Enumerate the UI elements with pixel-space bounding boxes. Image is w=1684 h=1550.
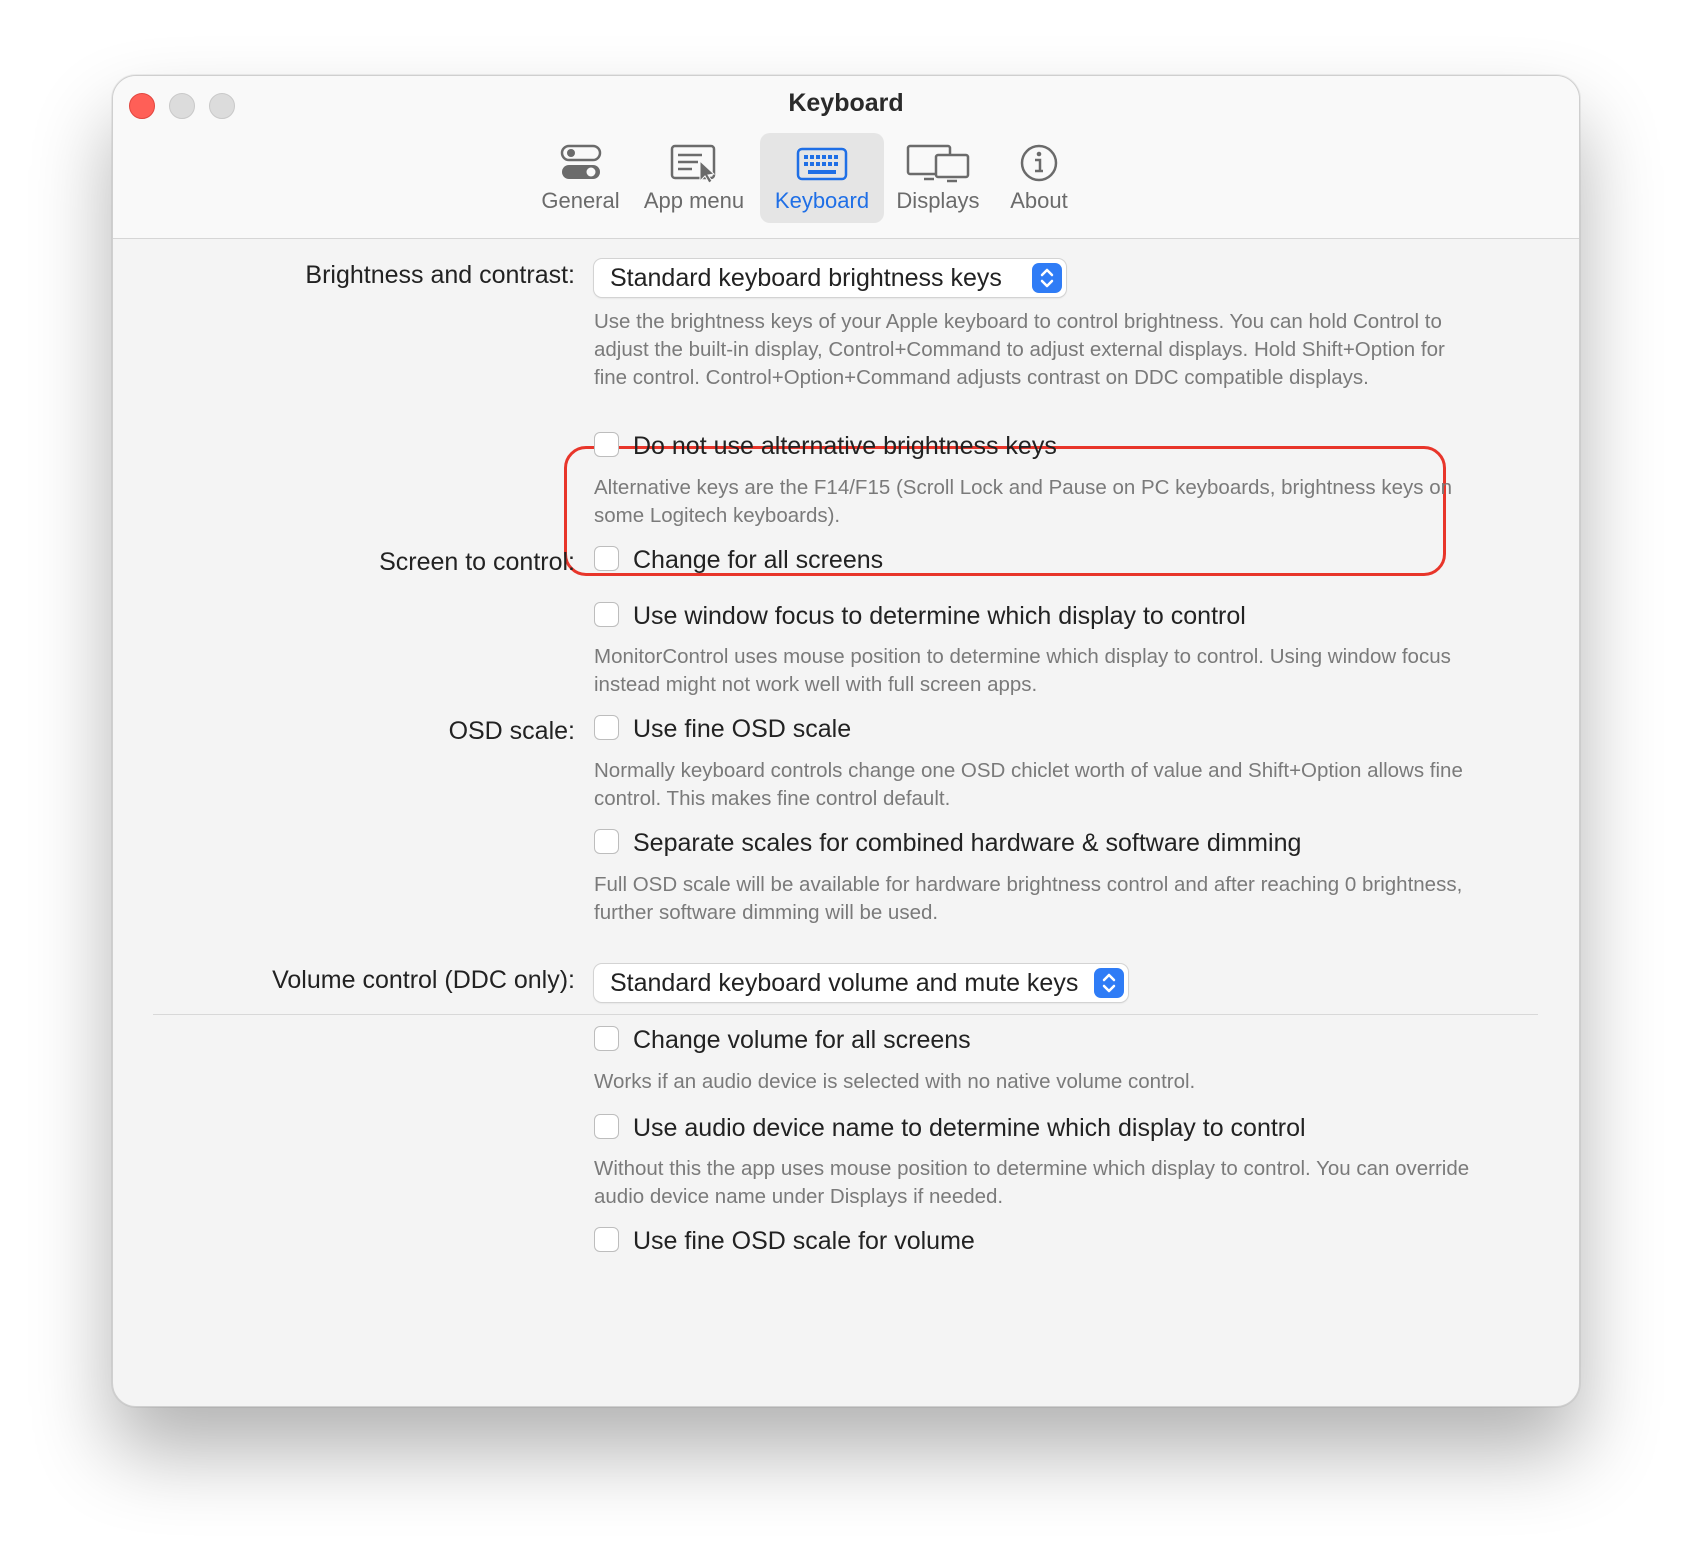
brightness-label: Brightness and contrast: <box>305 261 575 289</box>
volume-keys-popup[interactable]: Standard keyboard volume and mute keys <box>594 964 1128 1002</box>
all-screens-checkbox[interactable] <box>594 546 619 571</box>
tab-displays[interactable]: Displays <box>888 133 988 223</box>
toggle-switches-icon <box>560 143 602 189</box>
volume-all-screens-description: Works if an audio device is selected wit… <box>594 1070 1196 1093</box>
volume-all-screens-checkbox[interactable] <box>594 1026 619 1051</box>
tab-label: App menu <box>643 188 745 213</box>
chevron-updown-icon <box>1094 968 1124 998</box>
window-title: Keyboard <box>788 89 904 117</box>
volume-fine-osd-checkbox[interactable] <box>594 1227 619 1252</box>
volume-all-screens-label: Change volume for all screens <box>633 1026 971 1054</box>
fine-osd-checkbox[interactable] <box>594 715 619 740</box>
alt-keys-description: Alternative keys are the F14/F15 (Scroll… <box>594 476 1453 527</box>
popup-value: Standard keyboard brightness keys <box>610 264 1002 292</box>
displays-icon <box>906 143 970 189</box>
audio-name-description: Without this the app uses mouse position… <box>594 1157 1470 1208</box>
tab-about[interactable]: About <box>997 133 1081 223</box>
section-divider <box>153 1014 1538 1015</box>
tab-label: Keyboard <box>774 188 870 213</box>
audio-name-checkbox[interactable] <box>594 1114 619 1139</box>
fine-osd-label: Use fine OSD scale <box>633 715 852 743</box>
volume-control-label: Volume control (DDC only): <box>272 966 575 994</box>
audio-name-label: Use audio device name to determine which… <box>633 1114 1306 1142</box>
fine-osd-description: Normally keyboard controls change one OS… <box>594 759 1463 810</box>
tab-general[interactable]: General <box>533 133 628 223</box>
tab-label: About <box>1010 188 1068 213</box>
settings-window: Keyboard General App menu Keyboard Displ… <box>112 75 1580 1407</box>
popup-value: Standard keyboard volume and mute keys <box>610 969 1079 997</box>
separate-scales-label: Separate scales for combined hardware & … <box>633 829 1302 857</box>
window-focus-label: Use window focus to determine which disp… <box>633 602 1246 630</box>
volume-fine-osd-label: Use fine OSD scale for volume <box>633 1227 975 1255</box>
window-focus-checkbox[interactable] <box>594 602 619 627</box>
brightness-description: Use the brightness keys of your Apple ke… <box>594 310 1445 389</box>
chevron-updown-icon <box>1032 263 1062 293</box>
separate-scales-checkbox[interactable] <box>594 829 619 854</box>
tab-label: Displays <box>896 188 980 213</box>
toolbar: Keyboard General App menu Keyboard Displ… <box>113 76 1579 239</box>
tab-app-menu[interactable]: App menu <box>635 133 753 223</box>
menu-cursor-icon <box>670 143 718 189</box>
tab-label: General <box>541 188 620 213</box>
alt-keys-checkbox[interactable] <box>594 432 619 457</box>
brightness-keys-popup[interactable]: Standard keyboard brightness keys <box>594 259 1066 297</box>
tab-keyboard[interactable]: Keyboard <box>760 133 884 223</box>
keyboard-icon <box>796 143 848 189</box>
separate-scales-description: Full OSD scale will be available for har… <box>594 873 1463 924</box>
info-icon <box>1019 143 1059 189</box>
osd-scale-label: OSD scale: <box>448 717 575 745</box>
screen-control-label: Screen to control: <box>379 548 575 576</box>
window-focus-description: MonitorControl uses mouse position to de… <box>594 645 1451 696</box>
all-screens-label: Change for all screens <box>633 546 884 574</box>
alt-keys-label: Do not use alternative brightness keys <box>633 432 1057 460</box>
